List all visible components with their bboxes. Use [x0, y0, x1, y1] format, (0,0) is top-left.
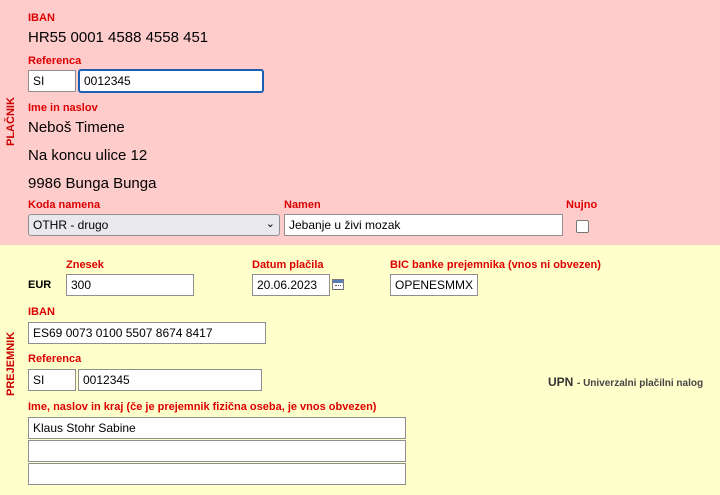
- date-input[interactable]: [252, 274, 330, 296]
- payee-side-label: PREJEMNIK: [5, 331, 17, 396]
- calendar-icon[interactable]: [332, 279, 344, 290]
- date-label: Datum plačila: [252, 259, 324, 271]
- amount-input[interactable]: [66, 274, 194, 296]
- currency-label: EUR: [28, 279, 52, 291]
- purpose-code-select[interactable]: OTHR - drugo ⌄: [28, 214, 280, 236]
- payer-iban-label: IBAN: [28, 12, 55, 24]
- payee-name-line2-input[interactable]: [28, 440, 406, 462]
- payee-name-line1-input[interactable]: [28, 417, 406, 439]
- payer-reference-model-input[interactable]: [28, 70, 76, 92]
- purpose-code-label: Koda namena: [28, 199, 101, 211]
- payer-name-label: Ime in naslov: [28, 102, 98, 114]
- payee-iban-input[interactable]: [28, 322, 266, 344]
- chevron-down-icon: ⌄: [265, 218, 275, 230]
- payer-name-line1: Neboš Timene: [28, 119, 125, 136]
- payee-reference-label: Referenca: [28, 353, 82, 365]
- upn-subtitle: - Univerzalni plačilni nalog: [576, 378, 704, 389]
- payer-name-line3: 9986 Bunga Bunga: [28, 175, 157, 192]
- payer-reference-label: Referenca: [28, 55, 82, 67]
- payee-name-label: Ime, naslov in kraj (če je prejemnik fiz…: [28, 401, 377, 413]
- payer-section: PLAČNIK IBAN HR55 0001 4588 4558 451 Ref…: [0, 0, 720, 245]
- payer-side-label: PLAČNIK: [5, 97, 17, 146]
- payee-section: PREJEMNIK Znesek EUR Datum plačila BIC b…: [0, 245, 720, 495]
- upn-title: UPN: [548, 375, 574, 389]
- purpose-input[interactable]: [284, 214, 563, 236]
- payee-iban-label: IBAN: [28, 306, 55, 318]
- bic-input[interactable]: [390, 274, 478, 296]
- payer-reference-number-input[interactable]: [78, 69, 264, 93]
- payer-name-line2: Na koncu ulice 12: [28, 147, 148, 164]
- payee-reference-number-input[interactable]: [78, 369, 262, 391]
- payee-name-line3-input[interactable]: [28, 463, 406, 485]
- payee-reference-model-input[interactable]: [28, 369, 76, 391]
- urgent-checkbox[interactable]: [576, 220, 589, 233]
- purpose-code-value: OTHR - drugo: [33, 218, 109, 232]
- bic-label: BIC banke prejemnika (vnos ni obvezen): [390, 259, 601, 271]
- payer-iban-value: HR55 0001 4588 4558 451: [28, 29, 209, 46]
- upn-caption: UPN - Univerzalni plačilni nalog: [548, 374, 703, 389]
- amount-label: Znesek: [66, 259, 104, 271]
- urgent-label: Nujno: [566, 199, 598, 211]
- purpose-label: Namen: [284, 199, 321, 211]
